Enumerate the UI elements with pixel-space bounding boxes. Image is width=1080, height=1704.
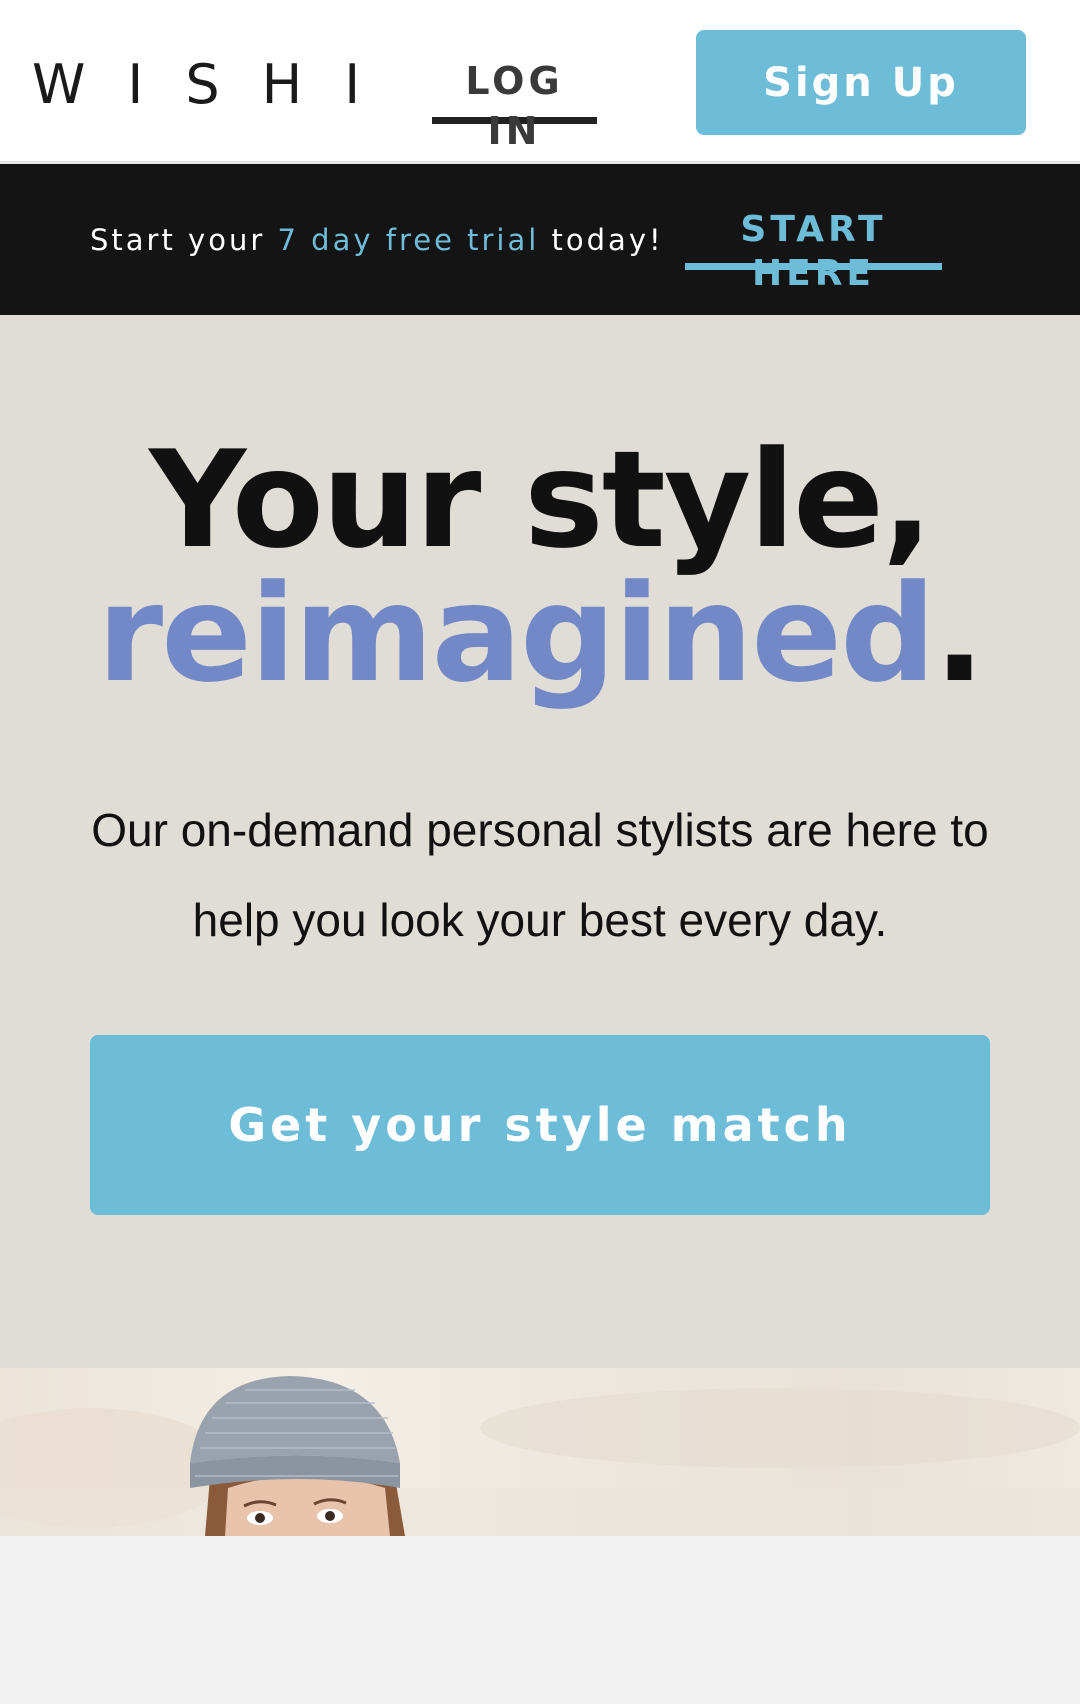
headline-period: . bbox=[934, 556, 985, 712]
promo-banner: Start your 7 day free trial today! START… bbox=[0, 164, 1080, 315]
promo-text-before: Start your bbox=[90, 223, 278, 257]
promo-trial-highlight: 7 day free trial bbox=[277, 223, 540, 257]
headline-line-1: Your style, bbox=[149, 422, 933, 578]
hero-section: Your style, reimagined. Our on-demand pe… bbox=[0, 315, 1080, 1368]
style-match-button[interactable]: Get your style match bbox=[90, 1035, 990, 1215]
promo-text: Start your 7 day free trial today! bbox=[90, 218, 664, 262]
landing-page: WISHI LOG IN Sign Up Start your 7 day fr… bbox=[0, 0, 1080, 1704]
hero-subtitle: Our on-demand personal stylists are here… bbox=[91, 804, 989, 946]
below-fold-area bbox=[0, 1536, 1080, 1704]
promo-text-after: today! bbox=[539, 223, 664, 257]
login-link[interactable]: LOG IN bbox=[432, 56, 597, 153]
signup-button[interactable]: Sign Up bbox=[696, 30, 1026, 135]
woman-in-beanie-photo-icon bbox=[0, 1376, 1080, 1536]
headline-line-2: reimagined. bbox=[0, 567, 1080, 701]
hero-headline: Your style, reimagined. bbox=[0, 433, 1080, 701]
site-header: WISHI LOG IN Sign Up bbox=[0, 0, 1080, 164]
wishi-logo[interactable]: WISHI bbox=[32, 55, 402, 115]
start-here-link[interactable]: START HERE bbox=[685, 208, 942, 294]
headline-highlight: reimagined bbox=[97, 556, 936, 712]
hero-photo bbox=[0, 1368, 1080, 1536]
